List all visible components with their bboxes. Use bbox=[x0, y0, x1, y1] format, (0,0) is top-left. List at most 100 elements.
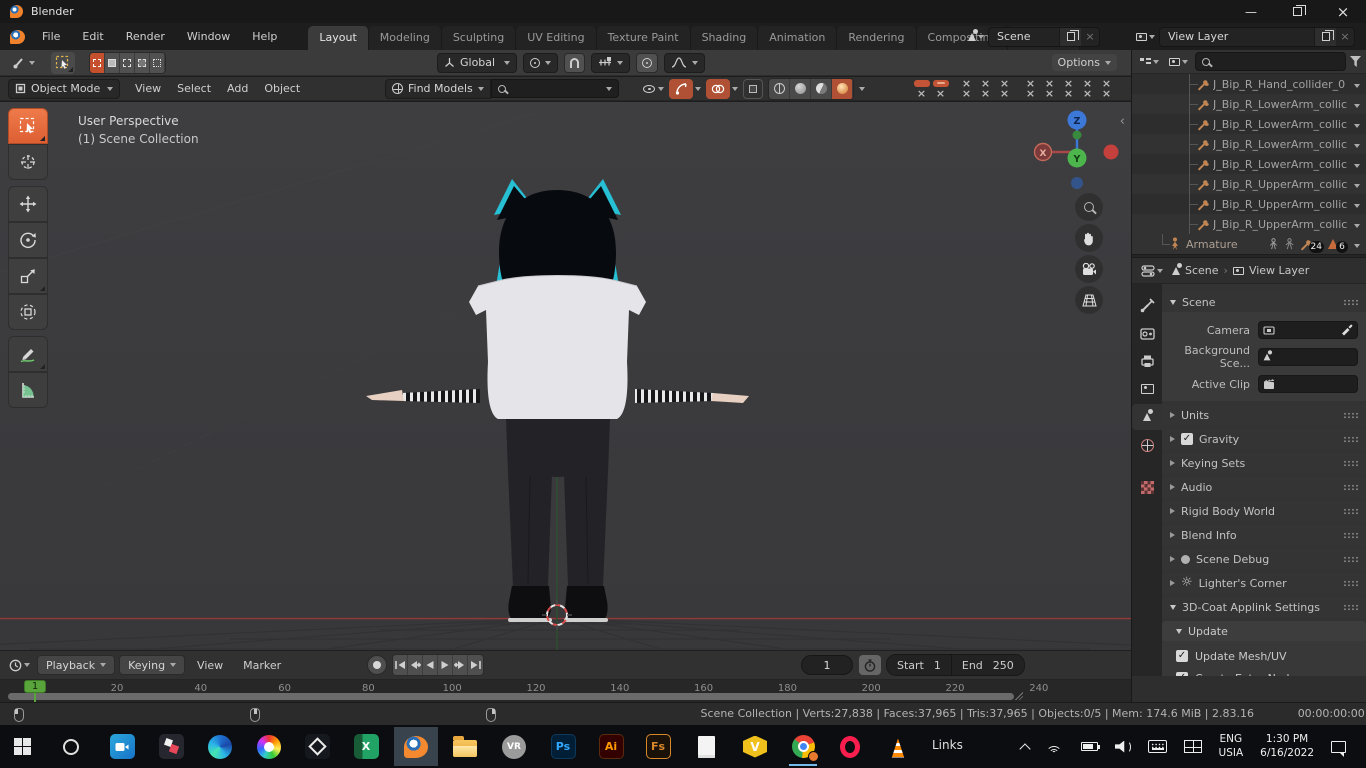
current-frame-field[interactable]: 1 bbox=[801, 655, 853, 675]
zoom-button[interactable] bbox=[1075, 193, 1103, 221]
shading-dropdown[interactable] bbox=[859, 87, 865, 91]
jump-to-start-button[interactable] bbox=[393, 655, 408, 675]
tray-expand-icon[interactable] bbox=[1019, 743, 1030, 754]
scene-selector[interactable]: Scene × bbox=[988, 27, 1100, 47]
drag-dots[interactable] bbox=[1343, 436, 1358, 443]
taskbar-illustrator[interactable]: Ai bbox=[589, 727, 633, 766]
proportional-editing-button[interactable] bbox=[636, 53, 658, 73]
tab-texture-paint[interactable]: Texture Paint bbox=[597, 26, 691, 50]
overlays-toggle[interactable] bbox=[706, 79, 730, 99]
new-scene-button[interactable] bbox=[1059, 28, 1081, 46]
tablet-mode-icon[interactable] bbox=[1184, 740, 1202, 753]
pivot-point-dropdown[interactable] bbox=[523, 53, 558, 73]
taskbar-vroid[interactable]: VR bbox=[492, 727, 536, 766]
layer-column-7[interactable]: ×× bbox=[1040, 79, 1059, 99]
restore-button[interactable] bbox=[1274, 0, 1320, 23]
camera-field[interactable] bbox=[1258, 321, 1358, 339]
panel-keying-sets[interactable]: Keying Sets bbox=[1162, 453, 1366, 473]
panel-lighter-s-corner[interactable]: ☼Lighter's Corner bbox=[1162, 573, 1366, 593]
select-mode-subtract[interactable] bbox=[120, 53, 135, 73]
tool-scale[interactable] bbox=[8, 258, 48, 294]
tab-output[interactable] bbox=[1132, 348, 1162, 374]
tab-tool[interactable] bbox=[1132, 292, 1162, 318]
taskbar-capture-app[interactable] bbox=[100, 727, 144, 766]
language-indicator[interactable]: ENG USIA bbox=[1219, 733, 1244, 759]
select-mode-invert[interactable] bbox=[135, 53, 150, 73]
prev-keyframe-button[interactable] bbox=[408, 655, 423, 675]
resize-grip[interactable] bbox=[1015, 692, 1023, 700]
taskbar-fs-app[interactable]: Fs bbox=[636, 727, 680, 766]
minimize-button[interactable]: — bbox=[1228, 0, 1274, 23]
tab-world[interactable] bbox=[1132, 432, 1162, 458]
drag-dots[interactable] bbox=[1343, 556, 1358, 563]
taskbar-unity[interactable] bbox=[295, 727, 339, 766]
use-preview-range-button[interactable] bbox=[859, 655, 881, 675]
wifi-icon[interactable] bbox=[1046, 740, 1064, 753]
visibility-dropdown[interactable] bbox=[643, 85, 664, 93]
drag-dots[interactable] bbox=[1343, 580, 1358, 587]
tab-view-layer[interactable] bbox=[1132, 376, 1162, 402]
shading-material-button[interactable] bbox=[811, 79, 832, 99]
jump-to-end-button[interactable] bbox=[468, 655, 483, 675]
clock[interactable]: 1:30 PM 6/16/2022 bbox=[1260, 733, 1314, 759]
end-frame-field[interactable]: End 250 bbox=[951, 655, 1024, 675]
tab-modeling[interactable]: Modeling bbox=[369, 26, 442, 50]
taskbar-vlc[interactable] bbox=[876, 727, 920, 766]
taskbar-v-app[interactable]: V bbox=[733, 727, 777, 766]
outliner-item[interactable]: J_Bip_R_UpperArm_collic bbox=[1132, 174, 1366, 194]
properties-editor-type-button[interactable] bbox=[1138, 263, 1166, 279]
viewport-menu-select[interactable]: Select bbox=[170, 79, 218, 98]
layer-column-10[interactable]: ×× bbox=[1097, 79, 1116, 99]
select-mode-intersect[interactable] bbox=[150, 53, 165, 73]
tab-render[interactable] bbox=[1132, 320, 1162, 346]
panel-3dcoat[interactable]: 3D-Coat Applink Settings bbox=[1162, 597, 1366, 617]
panel-blend-info[interactable]: Blend Info bbox=[1162, 525, 1366, 545]
layer-column-2[interactable]: × bbox=[931, 79, 950, 99]
timeline-ruler[interactable]: 20406080100120140160180200220240 1 bbox=[0, 680, 1131, 702]
find-models-dropdown[interactable]: Find Models bbox=[385, 79, 491, 99]
panel-gravity[interactable]: ✓Gravity bbox=[1162, 429, 1366, 449]
select-mode-extend[interactable] bbox=[105, 53, 120, 73]
shading-wireframe-button[interactable] bbox=[769, 79, 790, 99]
breadcrumb-scene[interactable]: Scene bbox=[1185, 264, 1219, 277]
snap-toggle-button[interactable] bbox=[564, 53, 585, 73]
drag-dots[interactable] bbox=[1343, 508, 1358, 515]
taskbar-opera[interactable] bbox=[828, 727, 872, 766]
outliner-item[interactable]: J_Bip_R_LowerArm_collic bbox=[1132, 114, 1366, 134]
battery-icon[interactable] bbox=[1081, 742, 1098, 751]
layer-column-1[interactable]: × bbox=[912, 79, 931, 99]
new-view-layer-button[interactable] bbox=[1314, 28, 1336, 46]
layer-column-9[interactable]: ×× bbox=[1078, 79, 1097, 99]
layer-column-8[interactable]: ×× bbox=[1059, 79, 1078, 99]
tab-scene[interactable] bbox=[1132, 404, 1162, 430]
layer-column-6[interactable]: ×× bbox=[1021, 79, 1040, 99]
tab-uv-editing[interactable]: UV Editing bbox=[516, 26, 596, 50]
panel-update[interactable]: Update bbox=[1162, 621, 1366, 641]
start-button[interactable] bbox=[0, 727, 44, 766]
tab-layout[interactable]: Layout bbox=[308, 26, 368, 50]
layer-column-4[interactable]: ×× bbox=[976, 79, 995, 99]
mode-dropdown[interactable]: Object Mode bbox=[8, 79, 120, 99]
tool-select-box[interactable] bbox=[8, 108, 48, 144]
pan-button[interactable] bbox=[1075, 224, 1103, 252]
tab-animation[interactable]: Animation bbox=[758, 26, 837, 50]
shading-rendered-button[interactable] bbox=[832, 79, 853, 99]
taskbar-notepad[interactable] bbox=[684, 727, 728, 766]
tool-move[interactable] bbox=[8, 186, 48, 222]
tool-transform[interactable] bbox=[8, 294, 48, 330]
links-toolbar[interactable]: Links bbox=[932, 738, 963, 752]
viewport-menu-object[interactable]: Object bbox=[257, 79, 307, 98]
browse-view-layer-button[interactable] bbox=[1134, 31, 1157, 43]
layer-column-3[interactable]: ×× bbox=[957, 79, 976, 99]
timeline-menu-playback[interactable]: Playback bbox=[37, 655, 115, 675]
viewport-menu-view[interactable]: View bbox=[128, 79, 168, 98]
panel-units[interactable]: Units bbox=[1162, 405, 1366, 425]
start-frame-field[interactable]: Start 1 bbox=[887, 655, 951, 675]
viewport-menu-add[interactable]: Add bbox=[220, 79, 255, 98]
outliner-filter-id-dropdown[interactable] bbox=[1166, 56, 1191, 68]
region-collapse-icon[interactable]: ‹ bbox=[1120, 114, 1125, 129]
tab-shading[interactable]: Shading bbox=[691, 26, 759, 50]
auto-keying-button[interactable] bbox=[367, 655, 387, 675]
timeline-menu-marker[interactable]: Marker bbox=[235, 656, 289, 675]
remove-view-layer-button[interactable]: × bbox=[1336, 28, 1354, 46]
